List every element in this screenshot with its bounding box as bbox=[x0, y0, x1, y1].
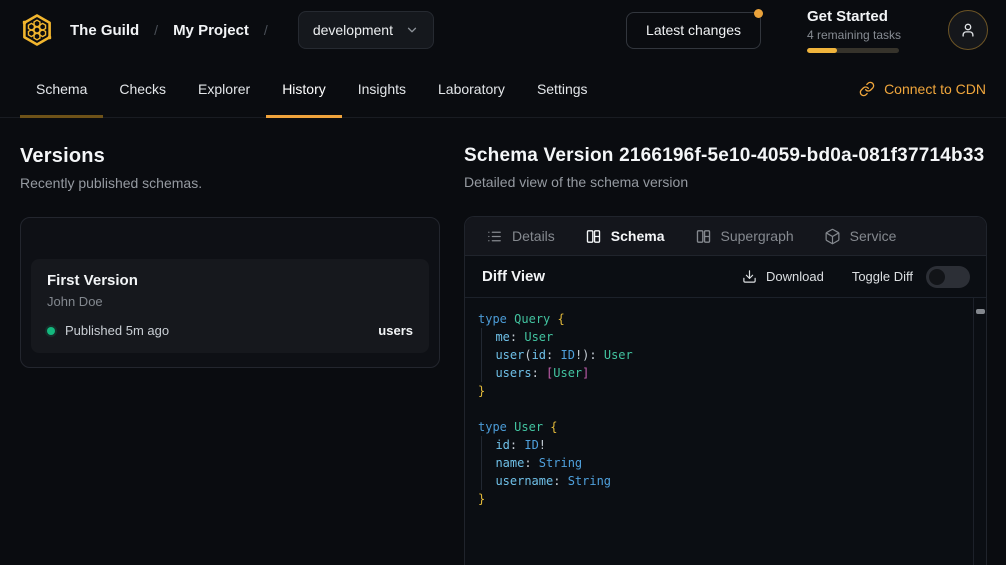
detail-tab-label: Supergraph bbox=[721, 228, 794, 244]
target-nav: SchemaChecksExplorerHistoryInsightsLabor… bbox=[0, 60, 1006, 118]
version-detail-title: Schema Version 2166196f-5e10-4059-bd0a-0… bbox=[464, 145, 987, 167]
get-started-progress-fill bbox=[807, 48, 837, 53]
breadcrumb-org-link[interactable]: The Guild bbox=[70, 22, 139, 39]
detail-tab-supergraph[interactable]: Supergraph bbox=[695, 228, 794, 245]
nav-tab-history[interactable]: History bbox=[266, 60, 342, 117]
versions-title: Versions bbox=[20, 145, 440, 168]
diff-view-toolbar: Diff View Download Toggle Diff bbox=[465, 256, 986, 298]
get-started-subtitle: 4 remaining tasks bbox=[807, 28, 902, 42]
detail-tab-label: Details bbox=[512, 228, 555, 244]
code-line: me: User bbox=[478, 328, 973, 346]
code-line: user(id: ID!): User bbox=[478, 346, 973, 364]
version-service-badge: users bbox=[378, 323, 413, 338]
connect-to-cdn-label: Connect to CDN bbox=[884, 81, 986, 97]
code-line: id: ID! bbox=[478, 436, 973, 454]
connect-to-cdn-link[interactable]: Connect to CDN bbox=[859, 60, 986, 117]
columns-icon bbox=[585, 228, 602, 245]
download-button[interactable]: Download bbox=[742, 269, 824, 284]
detail-tab-label: Schema bbox=[611, 228, 665, 244]
target-selector-dropdown[interactable]: development bbox=[298, 11, 434, 49]
user-avatar-button[interactable] bbox=[948, 10, 988, 50]
versions-subtitle: Recently published schemas. bbox=[20, 175, 440, 191]
code-scrollbar-thumb[interactable] bbox=[976, 309, 985, 314]
breadcrumb-separator: / bbox=[264, 22, 268, 38]
version-detail-panel: Schema Version 2166196f-5e10-4059-bd0a-0… bbox=[460, 118, 1006, 565]
detail-tab-schema[interactable]: Schema bbox=[585, 228, 665, 245]
detail-tabs: Details Schema Supergraph Service bbox=[465, 217, 986, 256]
code-line: } bbox=[478, 490, 973, 508]
link-icon bbox=[859, 81, 875, 97]
nav-tab-insights[interactable]: Insights bbox=[342, 60, 422, 117]
version-detail-subtitle: Detailed view of the schema version bbox=[464, 174, 987, 190]
nav-tab-settings[interactable]: Settings bbox=[521, 60, 604, 117]
cube-icon bbox=[824, 228, 841, 245]
version-list-item[interactable]: First Version John Doe Published 5m ago … bbox=[31, 259, 429, 353]
code-line: name: String bbox=[478, 454, 973, 472]
nav-tab-laboratory[interactable]: Laboratory bbox=[422, 60, 521, 117]
columns-icon bbox=[695, 228, 712, 245]
detail-tab-details[interactable]: Details bbox=[486, 228, 555, 245]
schema-sdl-code: type Query { me: User user(id: ID!): Use… bbox=[465, 298, 973, 565]
toggle-diff-control: Toggle Diff bbox=[852, 266, 970, 288]
chevron-down-icon bbox=[405, 23, 419, 37]
code-line: } bbox=[478, 382, 973, 400]
schema-code-view: type Query { me: User user(id: ID!): Use… bbox=[465, 298, 986, 565]
version-status-row: Published 5m ago users bbox=[47, 323, 413, 338]
toggle-diff-switch[interactable] bbox=[926, 266, 970, 288]
versions-panel: Versions Recently published schemas. Fir… bbox=[0, 118, 460, 368]
main-content: Versions Recently published schemas. Fir… bbox=[0, 118, 1006, 565]
code-line: username: String bbox=[478, 472, 973, 490]
latest-changes-button[interactable]: Latest changes bbox=[626, 12, 761, 49]
version-detail-card: Details Schema Supergraph Service Diff View… bbox=[464, 216, 987, 565]
detail-tab-service[interactable]: Service bbox=[824, 228, 897, 245]
guild-hive-logo-icon[interactable] bbox=[20, 13, 54, 47]
code-scrollbar-track[interactable] bbox=[973, 298, 986, 565]
get-started-widget[interactable]: Get Started 4 remaining tasks bbox=[807, 8, 902, 53]
toggle-diff-label: Toggle Diff bbox=[852, 269, 913, 284]
version-name: First Version bbox=[47, 272, 413, 289]
switch-knob bbox=[929, 269, 945, 285]
get-started-title: Get Started bbox=[807, 8, 902, 25]
versions-list-card: First Version John Doe Published 5m ago … bbox=[20, 217, 440, 368]
get-started-progressbar bbox=[807, 48, 899, 53]
target-selector-value: development bbox=[313, 22, 393, 38]
breadcrumb-project-link[interactable]: My Project bbox=[173, 22, 249, 39]
code-line: type User { bbox=[478, 418, 973, 436]
diff-view-actions: Download Toggle Diff bbox=[742, 266, 970, 288]
nav-tab-schema[interactable]: Schema bbox=[20, 60, 103, 117]
breadcrumb-separator: / bbox=[154, 22, 158, 38]
detail-tab-label: Service bbox=[850, 228, 897, 244]
app-header: The Guild / My Project / development Lat… bbox=[0, 0, 1006, 60]
nav-tabs: SchemaChecksExplorerHistoryInsightsLabor… bbox=[20, 60, 604, 117]
code-line: type Query { bbox=[478, 310, 973, 328]
notification-dot bbox=[754, 9, 763, 18]
published-status-dot bbox=[47, 327, 55, 335]
nav-tab-checks[interactable]: Checks bbox=[103, 60, 182, 117]
list-icon bbox=[486, 228, 503, 245]
code-line bbox=[478, 400, 973, 418]
nav-tab-explorer[interactable]: Explorer bbox=[182, 60, 266, 117]
latest-changes-label: Latest changes bbox=[646, 22, 741, 38]
download-label: Download bbox=[766, 269, 824, 284]
version-author: John Doe bbox=[47, 294, 413, 309]
header-actions: Latest changes Get Started 4 remaining t… bbox=[626, 8, 988, 53]
user-icon bbox=[959, 21, 977, 39]
download-icon bbox=[742, 269, 757, 284]
diff-view-title: Diff View bbox=[482, 268, 545, 285]
version-status: Published 5m ago bbox=[65, 323, 169, 338]
code-line: users: [User] bbox=[478, 364, 973, 382]
breadcrumb: The Guild / My Project / development bbox=[20, 11, 434, 49]
